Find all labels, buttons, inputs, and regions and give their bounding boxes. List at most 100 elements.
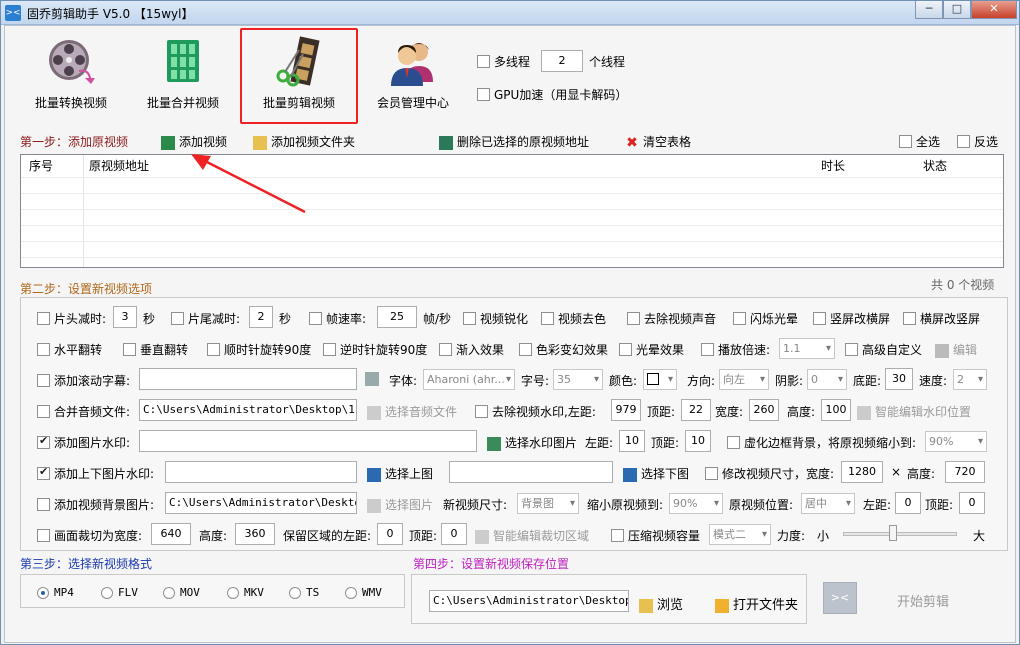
color-effect-checkbox[interactable]: 色彩变幻效果 xyxy=(519,341,608,358)
format-mp4-radio[interactable]: MP4 xyxy=(37,586,74,599)
gpu-checkbox[interactable]: GPU加速（用显卡解码） xyxy=(477,86,627,103)
v2h-box[interactable] xyxy=(813,312,826,325)
halo-box[interactable] xyxy=(619,343,632,356)
img-top-input[interactable]: 10 xyxy=(685,430,711,452)
tail-cut-box[interactable] xyxy=(171,312,184,325)
img-wm-checkbox[interactable]: 添加图片水印: xyxy=(37,434,130,451)
fadein-box[interactable] xyxy=(439,343,452,356)
shrink-select[interactable]: 90% xyxy=(669,493,723,514)
hflip-checkbox[interactable]: 水平翻转 xyxy=(37,341,102,358)
remove-wm-box[interactable] xyxy=(475,405,488,418)
resize-height-input[interactable]: 720 xyxy=(945,461,985,483)
wm-top-input[interactable]: 22 xyxy=(681,399,711,421)
advanced-box[interactable] xyxy=(845,343,858,356)
img-wm-box[interactable] xyxy=(37,434,50,449)
head-cut-box[interactable] xyxy=(37,312,50,325)
img-wm-input[interactable] xyxy=(139,430,477,452)
format-ts-radio[interactable]: TS xyxy=(289,586,319,599)
format-mkv-radio[interactable]: MKV xyxy=(227,586,264,599)
sharpen-box[interactable] xyxy=(463,312,476,325)
radio-dot[interactable] xyxy=(345,586,357,599)
keep-top-input[interactable]: 0 xyxy=(441,523,467,545)
force-slider-thumb[interactable] xyxy=(889,525,897,541)
audio-checkbox[interactable]: 合并音频文件: xyxy=(37,403,130,420)
edit-button[interactable]: 编辑 xyxy=(935,341,977,358)
add-folder-button[interactable]: 添加视频文件夹 xyxy=(253,133,355,150)
maximize-button[interactable]: □ xyxy=(943,1,971,19)
h2v-box[interactable] xyxy=(903,312,916,325)
sharpen-checkbox[interactable]: 视频锐化 xyxy=(463,310,528,327)
resize-checkbox[interactable]: 修改视频尺寸，宽度: xyxy=(705,465,834,482)
radio-dot[interactable] xyxy=(289,586,301,599)
fps-input[interactable]: 25 xyxy=(377,306,417,328)
blur-bg-box[interactable] xyxy=(727,436,740,449)
blur-select[interactable]: 90% xyxy=(925,431,987,452)
compress-checkbox[interactable]: 压缩视频容量 xyxy=(611,527,700,544)
color-picker[interactable] xyxy=(643,369,677,390)
ccw90-checkbox[interactable]: 逆时针旋转90度 xyxy=(323,341,427,358)
up-img-input[interactable] xyxy=(165,461,357,483)
select-all-checkbox[interactable]: 全选 xyxy=(899,133,940,150)
crop-height-input[interactable]: 360 xyxy=(235,523,275,545)
thread-count-input[interactable]: 2 xyxy=(541,50,583,72)
fps-checkbox[interactable]: 帧速率: xyxy=(309,310,366,327)
subtitle-input[interactable] xyxy=(139,368,357,390)
wm-height-input[interactable]: 100 xyxy=(821,399,851,421)
clear-table-button[interactable]: ✖ 清空表格 xyxy=(625,133,691,150)
invert-checkbox[interactable]: 反选 xyxy=(957,133,998,150)
multithread-box[interactable] xyxy=(477,55,490,68)
multithread-checkbox[interactable]: 多线程 xyxy=(477,53,530,70)
updown-checkbox[interactable]: 添加上下图片水印: xyxy=(37,465,154,482)
smart-crop-button[interactable]: 智能编辑裁切区域 xyxy=(475,527,589,544)
format-flv-radio[interactable]: FLV xyxy=(101,586,138,599)
mute-checkbox[interactable]: 去除视频声音 xyxy=(627,310,716,327)
choose-down-button[interactable]: 选择下图 xyxy=(623,465,689,482)
compress-box[interactable] xyxy=(611,529,624,542)
decolor-box[interactable] xyxy=(541,312,554,325)
fadein-checkbox[interactable]: 渐入效果 xyxy=(439,341,504,358)
cw90-box[interactable] xyxy=(207,343,220,356)
choose-wm-button[interactable]: 选择水印图片 xyxy=(487,434,577,451)
delete-selected-button[interactable]: 删除已选择的原视频地址 xyxy=(439,133,589,150)
color-effect-box[interactable] xyxy=(519,343,532,356)
resize-width-input[interactable]: 1280 xyxy=(841,461,883,483)
speed-checkbox[interactable]: 播放倍速: xyxy=(701,341,770,358)
head-cut-input[interactable]: 3 xyxy=(113,306,137,328)
advanced-checkbox[interactable]: 高级自定义 xyxy=(845,341,922,358)
v2h-checkbox[interactable]: 竖屏改横屏 xyxy=(813,310,890,327)
audio-input[interactable]: C:\Users\Administrator\Desktop\1.mp3 xyxy=(139,399,357,421)
choose-img-button[interactable]: 选择图片 xyxy=(367,496,433,513)
direction-select[interactable]: 向左 xyxy=(719,369,769,390)
radio-dot[interactable] xyxy=(37,586,49,599)
bg-left-input[interactable]: 0 xyxy=(895,492,921,514)
fps-box[interactable] xyxy=(309,312,322,325)
font-select[interactable]: Aharoni (ahr... xyxy=(423,369,515,390)
output-path-input[interactable]: C:\Users\Administrator\Desktop\新 xyxy=(429,590,629,612)
resize-box[interactable] xyxy=(705,467,718,480)
subtitle-checkbox[interactable]: 添加滚动字幕: xyxy=(37,372,130,389)
updown-box[interactable] xyxy=(37,465,50,480)
format-mov-radio[interactable]: MOV xyxy=(163,586,200,599)
img-left-input[interactable]: 10 xyxy=(619,430,645,452)
force-slider-track[interactable] xyxy=(843,532,957,536)
smart-wm-button[interactable]: 智能编辑水印位置 xyxy=(857,403,971,420)
tail-cut-input[interactable]: 2 xyxy=(249,306,273,328)
member-center-button[interactable]: 会员管理中心 xyxy=(367,36,459,111)
crop-box[interactable] xyxy=(37,529,50,542)
open-folder-button[interactable]: 打开文件夹 xyxy=(715,594,798,613)
start-clip-button[interactable]: 开始剪辑 xyxy=(897,591,949,610)
gpu-box[interactable] xyxy=(477,88,490,101)
speed-select[interactable]: 1.1 xyxy=(779,338,835,359)
wm-width-input[interactable]: 260 xyxy=(749,399,779,421)
subtitle-box[interactable] xyxy=(37,374,50,387)
batch-convert-button[interactable]: 批量转换视频 xyxy=(27,36,115,111)
size-select[interactable]: 35 xyxy=(553,369,603,390)
bg-img-input[interactable]: C:\Users\Administrator\Desktop\t xyxy=(165,492,357,514)
decolor-checkbox[interactable]: 视频去色 xyxy=(541,310,606,327)
hflip-box[interactable] xyxy=(37,343,50,356)
select-all-box[interactable] xyxy=(899,135,912,148)
ccw90-box[interactable] xyxy=(323,343,336,356)
radio-dot[interactable] xyxy=(101,586,113,599)
halo-checkbox[interactable]: 光晕效果 xyxy=(619,341,684,358)
vflip-checkbox[interactable]: 垂直翻转 xyxy=(123,341,188,358)
